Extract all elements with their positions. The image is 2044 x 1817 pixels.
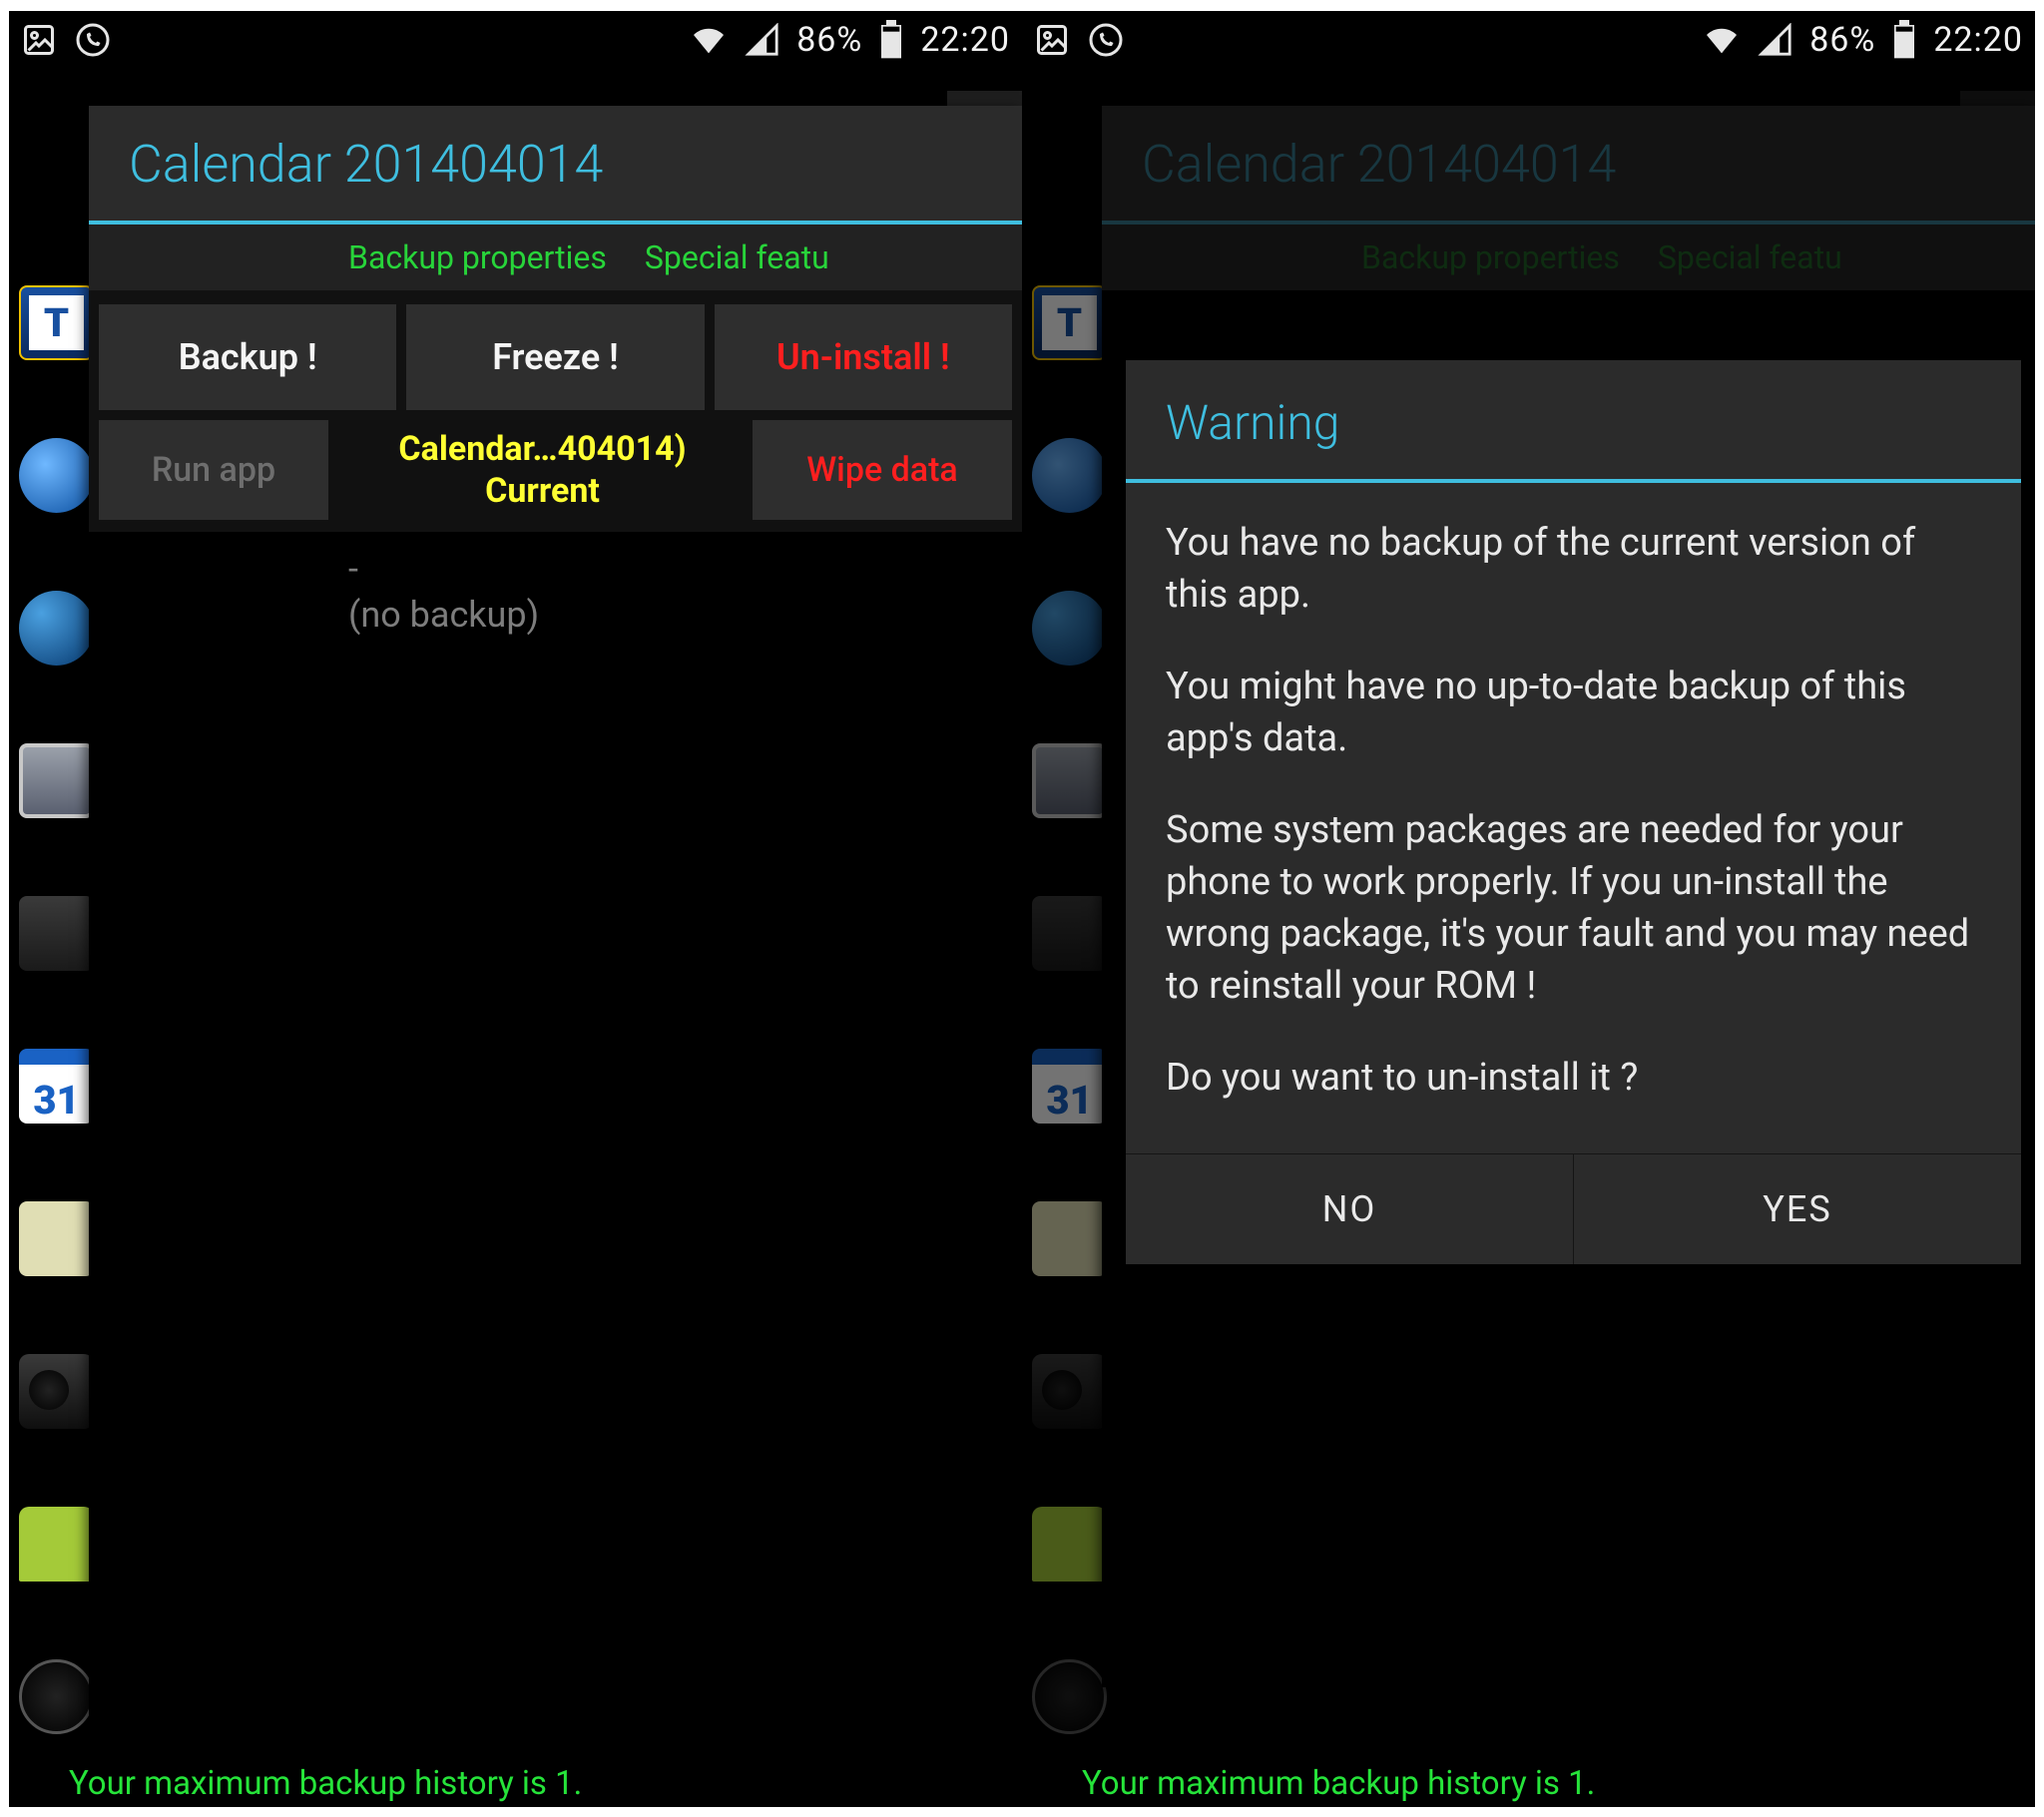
current-version-line2: Current [485,470,600,512]
wifi-icon [1702,23,1742,57]
dialog-buttons: NO YES [1126,1153,2021,1264]
wipe-data-button[interactable]: Wipe data [753,420,1012,520]
warning-dialog: Warning You have no backup of the curren… [1126,360,2021,1264]
footer-text: Your maximum backup history is 1. [1082,1764,1595,1803]
signal-icon [745,23,780,57]
tb-icon: T [19,285,94,360]
phone-right: 86% 22:20 NU T 31 [1022,11,2035,1807]
dialog-text-4: Do you want to un-install it ? [1166,1052,1981,1104]
battery-icon [878,20,904,60]
dialog-text-2: You might have no up-to-date backup of t… [1166,661,1981,764]
calendar-31-icon: 31 [19,1049,94,1124]
battery-icon [1891,20,1917,60]
current-version-line1: Calendar…404014) [398,428,686,470]
tabs-row: Backup properties Special featu [89,225,1022,290]
calendar-grid-icon [19,1201,94,1276]
yes-button[interactable]: YES [1573,1154,2021,1264]
phone-handset-icon [75,22,111,58]
actions-row: Backup ! Freeze ! Un-install ! [89,290,1022,420]
freeze-button[interactable]: Freeze ! [406,304,704,410]
clock-icon [19,1659,94,1734]
panel-body[interactable] [89,656,1022,1753]
backup-info-none: (no backup) [348,592,1022,638]
phone-left: 86% 22:20 NU T 31 [9,11,1022,1807]
globe-icon [19,591,94,666]
backup-info: - (no backup) [89,532,1022,656]
image-icon [21,22,57,58]
backup-info-dash: - [348,546,1022,592]
panel-title: Calendar 201404014 [89,106,1022,225]
run-app-button[interactable]: Run app [99,420,328,520]
battery-pct: 86% [1809,20,1875,60]
image-icon [1034,22,1070,58]
gallery-icon [19,743,94,818]
backup-button[interactable]: Backup ! [99,304,396,410]
no-button[interactable]: NO [1126,1154,1573,1264]
dialog-title: Warning [1126,360,2021,483]
dialog-text-3: Some system packages are needed for your… [1166,804,1981,1012]
tab-backup-properties[interactable]: Backup properties [348,238,607,276]
battery-pct: 86% [796,20,862,60]
dialog-text-1: You have no backup of the current versio… [1166,517,1981,621]
status-bar: 86% 22:20 [1022,11,2035,69]
current-version-label: Calendar…404014) Current [338,420,743,520]
app-properties-panel: Calendar 201404014 Backup properties Spe… [89,106,1022,1753]
footer-text: Your maximum backup history is 1. [69,1764,582,1803]
tab-special-features[interactable]: Special featu [645,238,829,276]
uninstall-button[interactable]: Un-install ! [715,304,1012,410]
camera-icon [19,1354,94,1429]
dialog-body: You have no backup of the current versio… [1126,483,2021,1153]
phone-handset-icon [1088,22,1124,58]
status-bar: 86% 22:20 [9,11,1022,69]
bg-app-icons: T 31 [19,285,94,1807]
status-time: 22:20 [1933,20,2023,60]
android-icon [19,1507,94,1582]
actions-row-2: Run app Calendar…404014) Current Wipe da… [89,420,1022,532]
bluetooth-icon [19,438,94,513]
signal-icon [1758,23,1793,57]
calculator-icon [19,896,94,971]
wifi-icon [689,23,729,57]
status-time: 22:20 [920,20,1010,60]
